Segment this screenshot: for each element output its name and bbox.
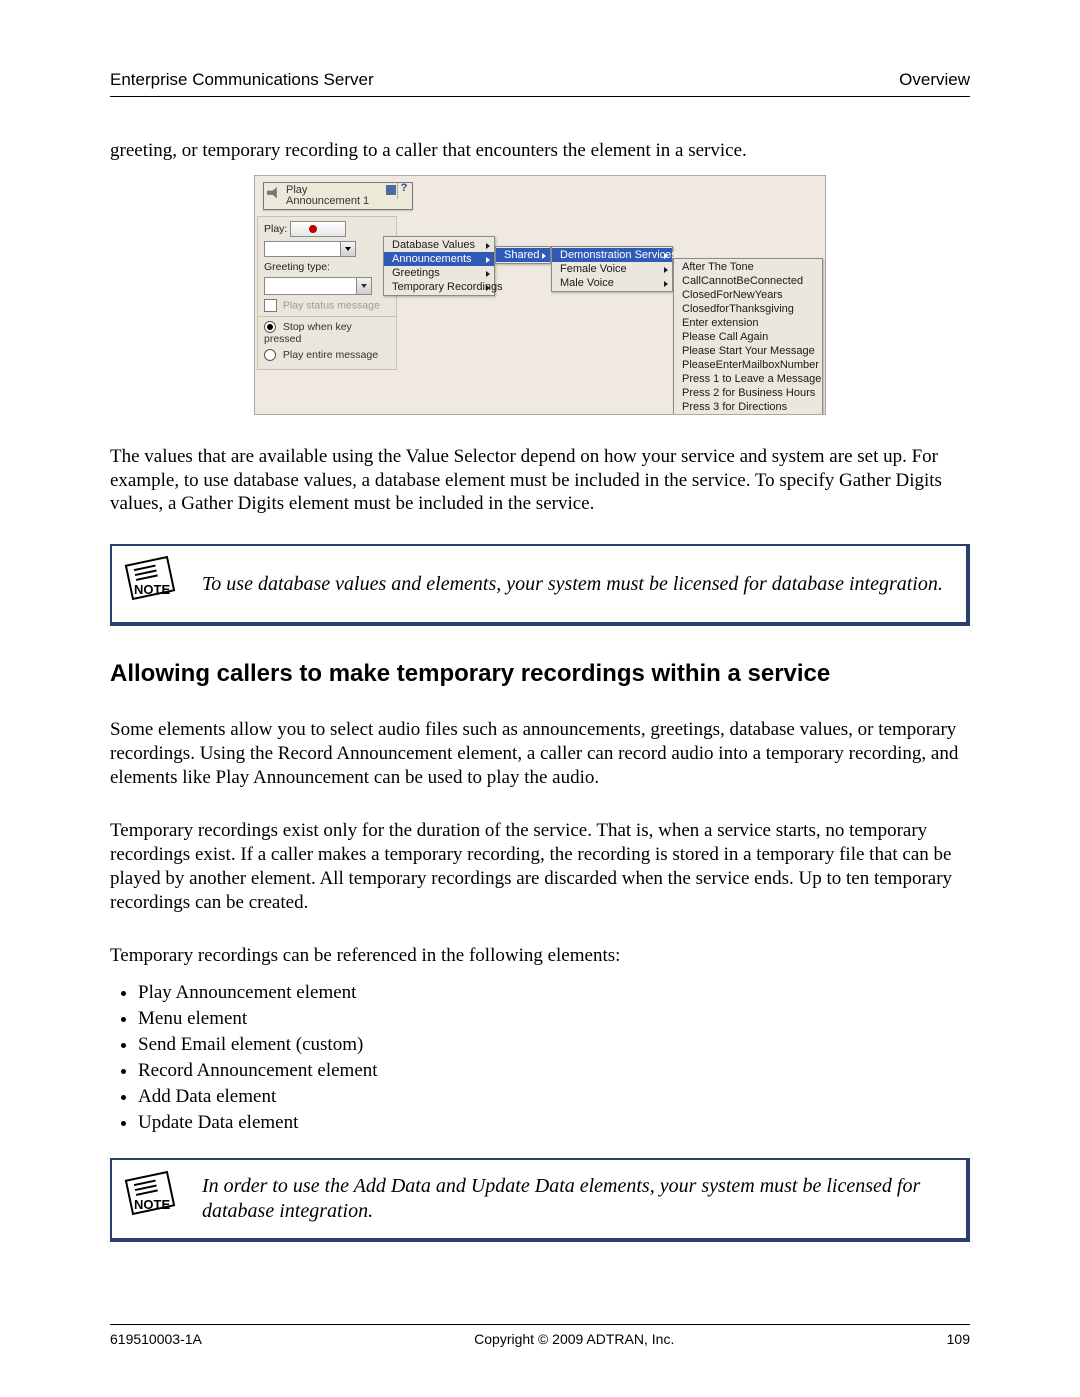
properties-panel: Play: Greeting type: Play status message… — [257, 216, 397, 370]
paragraph: Temporary recordings exist only for the … — [110, 819, 970, 914]
play-status-checkbox[interactable] — [264, 299, 277, 312]
list-item: Add Data element — [138, 1086, 970, 1108]
menu-item[interactable]: Database Values — [384, 238, 494, 252]
page-footer: 619510003-1A Copyright © 2009 ADTRAN, In… — [110, 1324, 970, 1347]
context-menu-level3[interactable]: Demonstration Services Female Voice Male… — [551, 246, 673, 292]
page-header: Enterprise Communications Server Overvie… — [110, 70, 970, 97]
menu-item[interactable]: Press 2 for Business Hours — [674, 386, 822, 400]
header-left: Enterprise Communications Server — [110, 70, 374, 90]
header-right: Overview — [899, 70, 970, 90]
list-item: Play Announcement element — [138, 982, 970, 1004]
title-line2: Announcement 1 — [286, 195, 369, 207]
menu-item[interactable]: Enter extension — [674, 316, 822, 330]
paragraph: Some elements allow you to select audio … — [110, 718, 970, 789]
menu-item[interactable]: CallCannotBeConnected — [674, 274, 822, 288]
note-box: NOTE To use database values and elements… — [110, 544, 970, 626]
greeting-type-combo[interactable] — [264, 277, 372, 295]
footer-right: 109 — [947, 1331, 970, 1347]
playback-toolbar[interactable] — [290, 221, 346, 237]
footer-center: Copyright © 2009 ADTRAN, Inc. — [474, 1331, 674, 1347]
menu-item[interactable]: Please Start Your Message — [674, 344, 822, 358]
list-item: Menu element — [138, 1008, 970, 1030]
menu-item[interactable]: Greetings — [384, 266, 494, 280]
menu-item[interactable]: Press 4 for Product Info — [674, 414, 822, 415]
greeting-type-label: Greeting type: — [264, 261, 390, 273]
note-icon: NOTE — [128, 1175, 184, 1223]
radio2-label: Play entire message — [283, 349, 378, 361]
menu-item[interactable]: Announcements — [384, 252, 494, 266]
speaker-icon — [267, 186, 281, 200]
elements-list: Play Announcement element Menu element S… — [110, 982, 970, 1134]
embedded-screenshot: Play Announcement 1 ? Play: Greeting typ… — [254, 175, 826, 415]
menu-item[interactable]: PleaseEnterMailboxNumber — [674, 358, 822, 372]
section-heading: Allowing callers to make temporary recor… — [110, 660, 970, 688]
dropdown-arrow-icon — [340, 242, 355, 256]
menu-item[interactable]: ClosedForNewYears — [674, 288, 822, 302]
context-menu-level4[interactable]: After The Tone CallCannotBeConnected Clo… — [673, 258, 823, 415]
context-menu-level1[interactable]: Database Values Announcements Greetings … — [383, 236, 495, 296]
context-menu-level2[interactable]: Shared — [495, 246, 551, 264]
menu-item[interactable]: Demonstration Services — [552, 248, 672, 262]
menu-item[interactable]: Female Voice — [552, 262, 672, 276]
menu-item[interactable]: Press 1 to Leave a Message — [674, 372, 822, 386]
note-label: NOTE — [134, 1197, 170, 1212]
paragraph: The values that are available using the … — [110, 445, 970, 516]
menu-item[interactable]: Please Call Again — [674, 330, 822, 344]
help-icon[interactable]: ? — [397, 183, 410, 199]
menu-item[interactable]: Press 3 for Directions — [674, 400, 822, 414]
list-item: Update Data element — [138, 1112, 970, 1134]
note-label: NOTE — [134, 582, 170, 597]
note-text: In order to use the Add Data and Update … — [202, 1174, 946, 1224]
radio1-label: Stop when key pressed — [264, 321, 352, 345]
play-entire-radio[interactable] — [264, 349, 276, 361]
note-text: To use database values and elements, you… — [202, 572, 943, 597]
list-item: Send Email element (custom) — [138, 1034, 970, 1056]
note-icon: NOTE — [128, 560, 184, 608]
menu-item[interactable]: Male Voice — [552, 276, 672, 290]
dropdown-arrow-icon — [356, 278, 371, 294]
pin-icon[interactable] — [386, 185, 396, 195]
list-item: Record Announcement element — [138, 1060, 970, 1082]
stop-when-key-radio[interactable] — [264, 321, 276, 333]
menu-item[interactable]: Temporary Recordings — [384, 280, 494, 294]
play-label: Play: — [264, 223, 287, 235]
intro-text: greeting, or temporary recording to a ca… — [110, 139, 970, 163]
menu-item[interactable]: ClosedforThanksgiving — [674, 302, 822, 316]
note-box: NOTE In order to use the Add Data and Up… — [110, 1158, 970, 1242]
menu-item[interactable]: After The Tone — [674, 260, 822, 274]
value-selector[interactable] — [264, 241, 356, 257]
menu-item[interactable]: Shared — [496, 248, 550, 262]
play-status-label: Play status message — [283, 299, 380, 311]
footer-left: 619510003-1A — [110, 1331, 202, 1347]
paragraph: Temporary recordings can be referenced i… — [110, 944, 970, 968]
element-title-chip[interactable]: Play Announcement 1 ? — [263, 182, 413, 210]
